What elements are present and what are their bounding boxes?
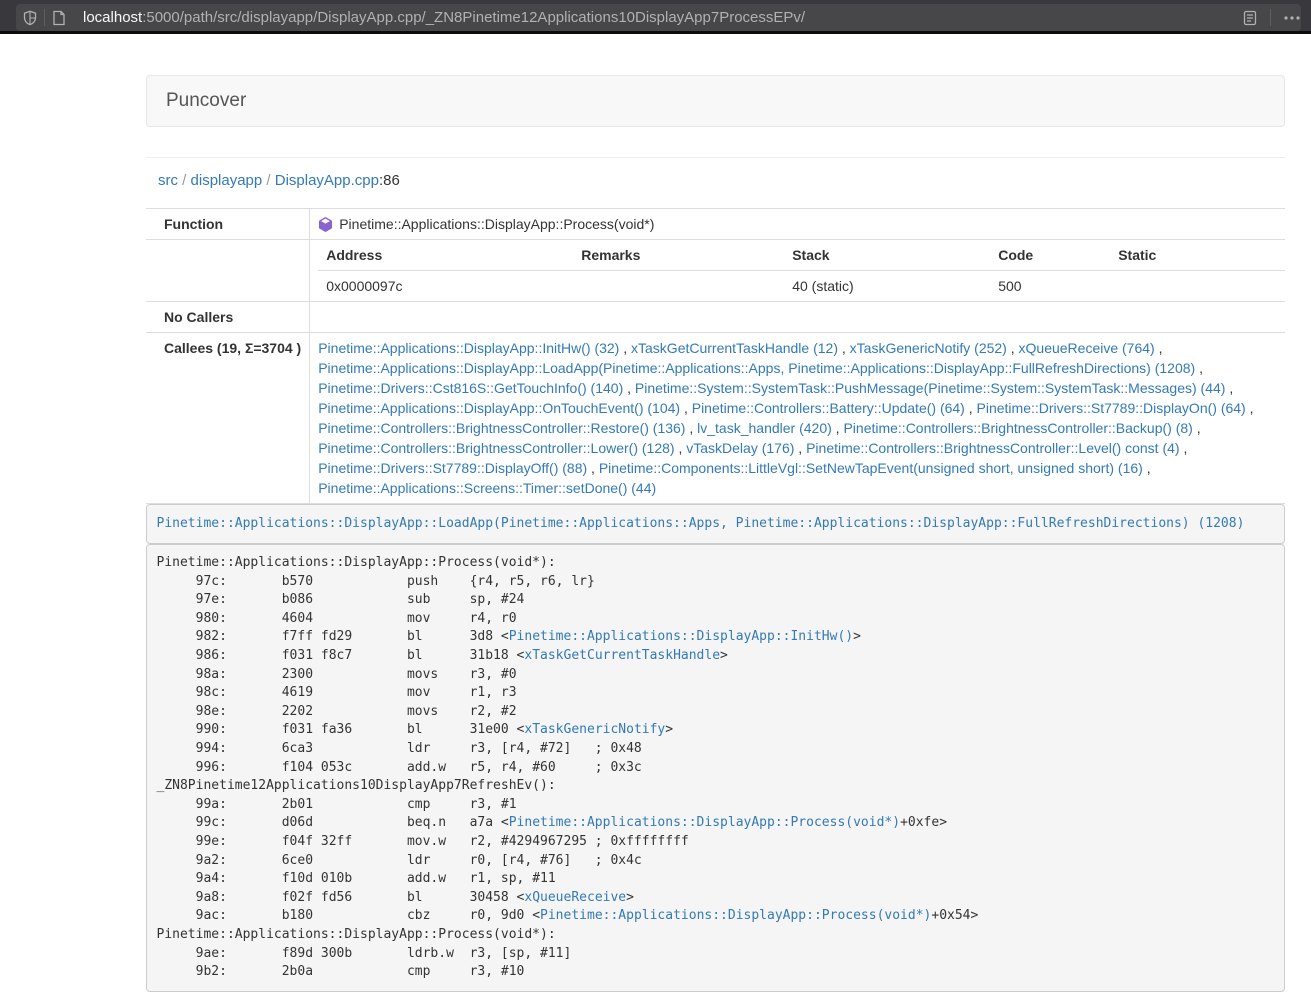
package-icon [318, 217, 333, 232]
assembly-symbol-link[interactable]: Pinetime::Applications::DisplayApp::Init… [509, 629, 853, 644]
browser-toolbar: localhost:5000/path/src/displayapp/Displ… [0, 0, 1311, 34]
function-label: Function [146, 209, 310, 240]
remarks-value [573, 271, 784, 302]
overflow-menu-icon[interactable] [1275, 4, 1309, 31]
callees-list: Pinetime::Applications::DisplayApp::Init… [310, 333, 1285, 504]
metrics-table: Address Remarks Stack Code Static 0x0000… [318, 240, 1285, 301]
breadcrumb-separator: / [178, 172, 191, 189]
navbar: Puncover [146, 75, 1285, 127]
page-container: Puncover src / displayapp / DisplayApp.c… [146, 75, 1285, 992]
shield-icon[interactable] [16, 4, 44, 31]
callee-link[interactable]: Pinetime::Components::LittleVgl::SetNewT… [599, 460, 1143, 476]
divider-rule [146, 157, 1285, 158]
loadapp-link[interactable]: Pinetime::Applications::DisplayApp::Load… [157, 516, 1245, 531]
table-row-no-callers: No Callers [146, 302, 1285, 333]
assembly-symbol-link[interactable]: xTaskGetCurrentTaskHandle [524, 648, 720, 663]
function-table: Function Pinetime::Applications::Display… [146, 208, 1285, 504]
toolbar-divider [1270, 9, 1271, 26]
table-row-metrics: Address Remarks Stack Code Static 0x0000… [146, 240, 1285, 302]
col-stack: Stack [784, 240, 990, 271]
callee-link[interactable]: Pinetime::Applications::DisplayApp::OnTo… [318, 400, 680, 416]
brand-title[interactable]: Puncover [147, 90, 246, 112]
table-row-function: Function Pinetime::Applications::Display… [146, 209, 1285, 240]
callee-link[interactable]: Pinetime::Controllers::BrightnessControl… [318, 420, 685, 436]
url-text[interactable]: localhost:5000/path/src/displayapp/Displ… [83, 9, 1301, 26]
col-code: Code [990, 240, 1110, 271]
page-info-icon[interactable] [45, 4, 73, 31]
metrics-row: 0x0000097c 40 (static) 500 [318, 271, 1285, 302]
callee-link[interactable]: Pinetime::Controllers::BrightnessControl… [806, 440, 1179, 456]
stack-value: 40 (static) [784, 271, 990, 302]
assembly-symbol-link[interactable]: Pinetime::Applications::DisplayApp::Proc… [509, 815, 900, 830]
url-path: :5000/path/src/displayapp/DisplayApp.cpp… [142, 9, 805, 26]
reader-mode-icon[interactable] [1235, 4, 1265, 31]
callee-link[interactable]: xQueueReceive (764) [1019, 340, 1155, 356]
callees-label: Callees (19, Σ=3704 ) [146, 333, 310, 504]
callee-link[interactable]: Pinetime::Controllers::BrightnessControl… [318, 440, 674, 456]
assembly-symbol-link[interactable]: xQueueReceive [524, 890, 626, 905]
col-static: Static [1110, 240, 1285, 271]
callee-link[interactable]: vTaskDelay (176) [686, 440, 794, 456]
callee-link[interactable]: Pinetime::Applications::Screens::Timer::… [318, 480, 656, 496]
url-bar[interactable]: localhost:5000/path/src/displayapp/Displ… [16, 4, 1301, 31]
function-name: Pinetime::Applications::DisplayApp::Proc… [339, 214, 654, 234]
assembly-symbol-link[interactable]: xTaskGenericNotify [524, 722, 665, 737]
static-value [1110, 271, 1285, 302]
callee-link[interactable]: lv_task_handler (420) [697, 420, 832, 436]
breadcrumb-link[interactable]: DisplayApp.cpp [275, 172, 379, 189]
callee-link[interactable]: xTaskGetCurrentTaskHandle (12) [631, 340, 838, 356]
breadcrumb: src / displayapp / DisplayApp.cpp:86 [146, 172, 1285, 192]
callee-link[interactable]: Pinetime::Controllers::Battery::Update()… [692, 400, 965, 416]
col-remarks: Remarks [573, 240, 784, 271]
breadcrumb-link[interactable]: displayapp [191, 172, 263, 189]
callee-link[interactable]: Pinetime::Controllers::BrightnessControl… [843, 420, 1192, 436]
col-address: Address [318, 240, 573, 271]
callee-link[interactable]: Pinetime::Drivers::St7789::DisplayOff() … [318, 460, 587, 476]
callee-link[interactable]: Pinetime::Drivers::St7789::DisplayOn() (… [977, 400, 1246, 416]
url-host: localhost [83, 9, 142, 26]
assembly-symbol-link[interactable]: Pinetime::Applications::DisplayApp::Proc… [540, 908, 931, 923]
breadcrumb-line-number: :86 [379, 172, 400, 189]
code-value: 500 [990, 271, 1110, 302]
callee-link[interactable]: Pinetime::Applications::DisplayApp::Init… [318, 340, 619, 356]
table-row-callees: Callees (19, Σ=3704 ) Pinetime::Applicat… [146, 333, 1285, 504]
callee-link[interactable]: Pinetime::Drivers::Cst816S::GetTouchInfo… [318, 380, 623, 396]
callee-link[interactable]: Pinetime::System::SystemTask::PushMessag… [635, 380, 1226, 396]
no-callers-label: No Callers [146, 302, 310, 333]
callee-link[interactable]: xTaskGenericNotify (252) [850, 340, 1007, 356]
loadapp-highlight-box: Pinetime::Applications::DisplayApp::Load… [146, 504, 1285, 544]
callee-link[interactable]: Pinetime::Applications::DisplayApp::Load… [318, 360, 1195, 376]
assembly-code: Pinetime::Applications::DisplayApp::Proc… [146, 544, 1285, 993]
address-value: 0x0000097c [318, 271, 573, 302]
breadcrumb-link[interactable]: src [158, 172, 178, 189]
breadcrumb-separator: / [262, 172, 275, 189]
